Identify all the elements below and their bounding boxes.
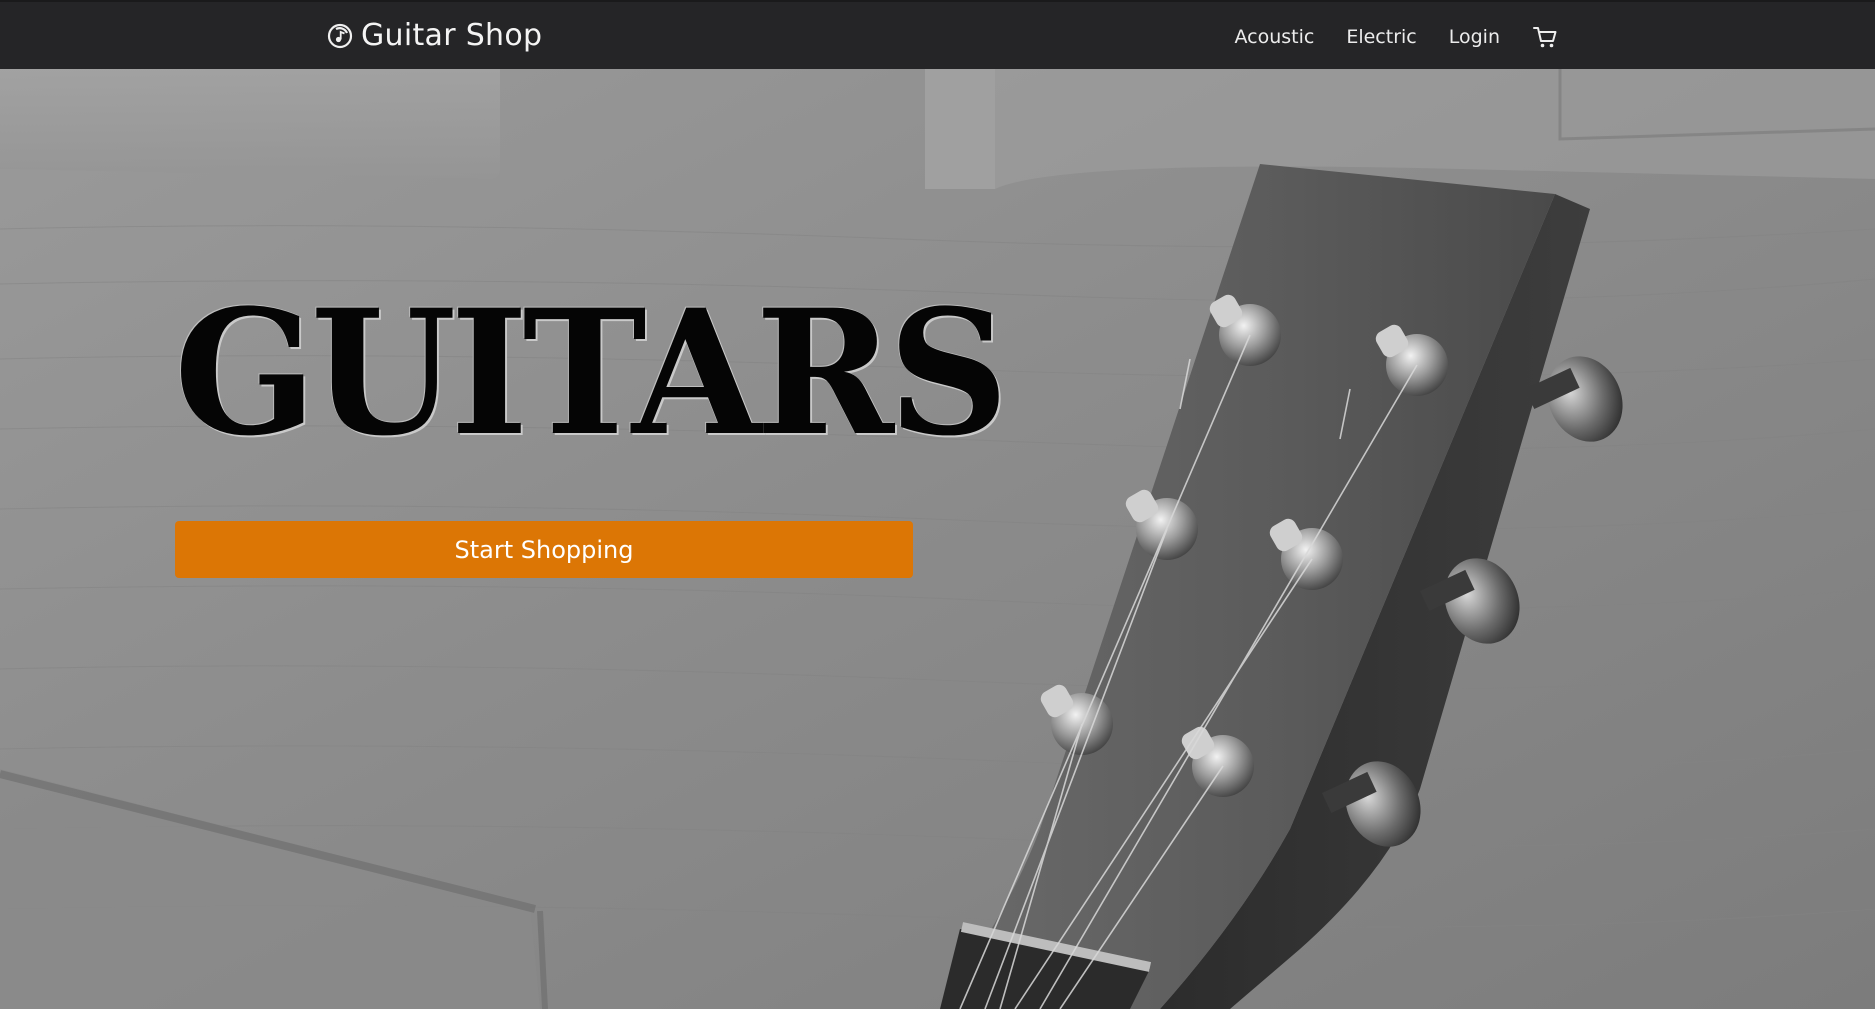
hero-section: GUITARS Start Shopping — [0, 69, 1875, 1009]
shopping-cart-icon[interactable] — [1532, 24, 1558, 50]
nav-link-electric[interactable]: Electric — [1346, 26, 1416, 48]
brand-name: Guitar Shop — [361, 18, 543, 53]
top-navbar: Guitar Shop Acoustic Electric Login — [0, 0, 1875, 69]
nav-link-acoustic[interactable]: Acoustic — [1234, 26, 1314, 48]
hero-title: GUITARS — [174, 271, 1009, 474]
nav-links: Acoustic Electric Login — [1234, 2, 1558, 71]
music-note-circle-icon — [327, 23, 353, 48]
brand-link[interactable]: Guitar Shop — [327, 18, 542, 53]
nav-link-login[interactable]: Login — [1449, 26, 1500, 48]
start-shopping-button[interactable]: Start Shopping — [175, 521, 913, 578]
